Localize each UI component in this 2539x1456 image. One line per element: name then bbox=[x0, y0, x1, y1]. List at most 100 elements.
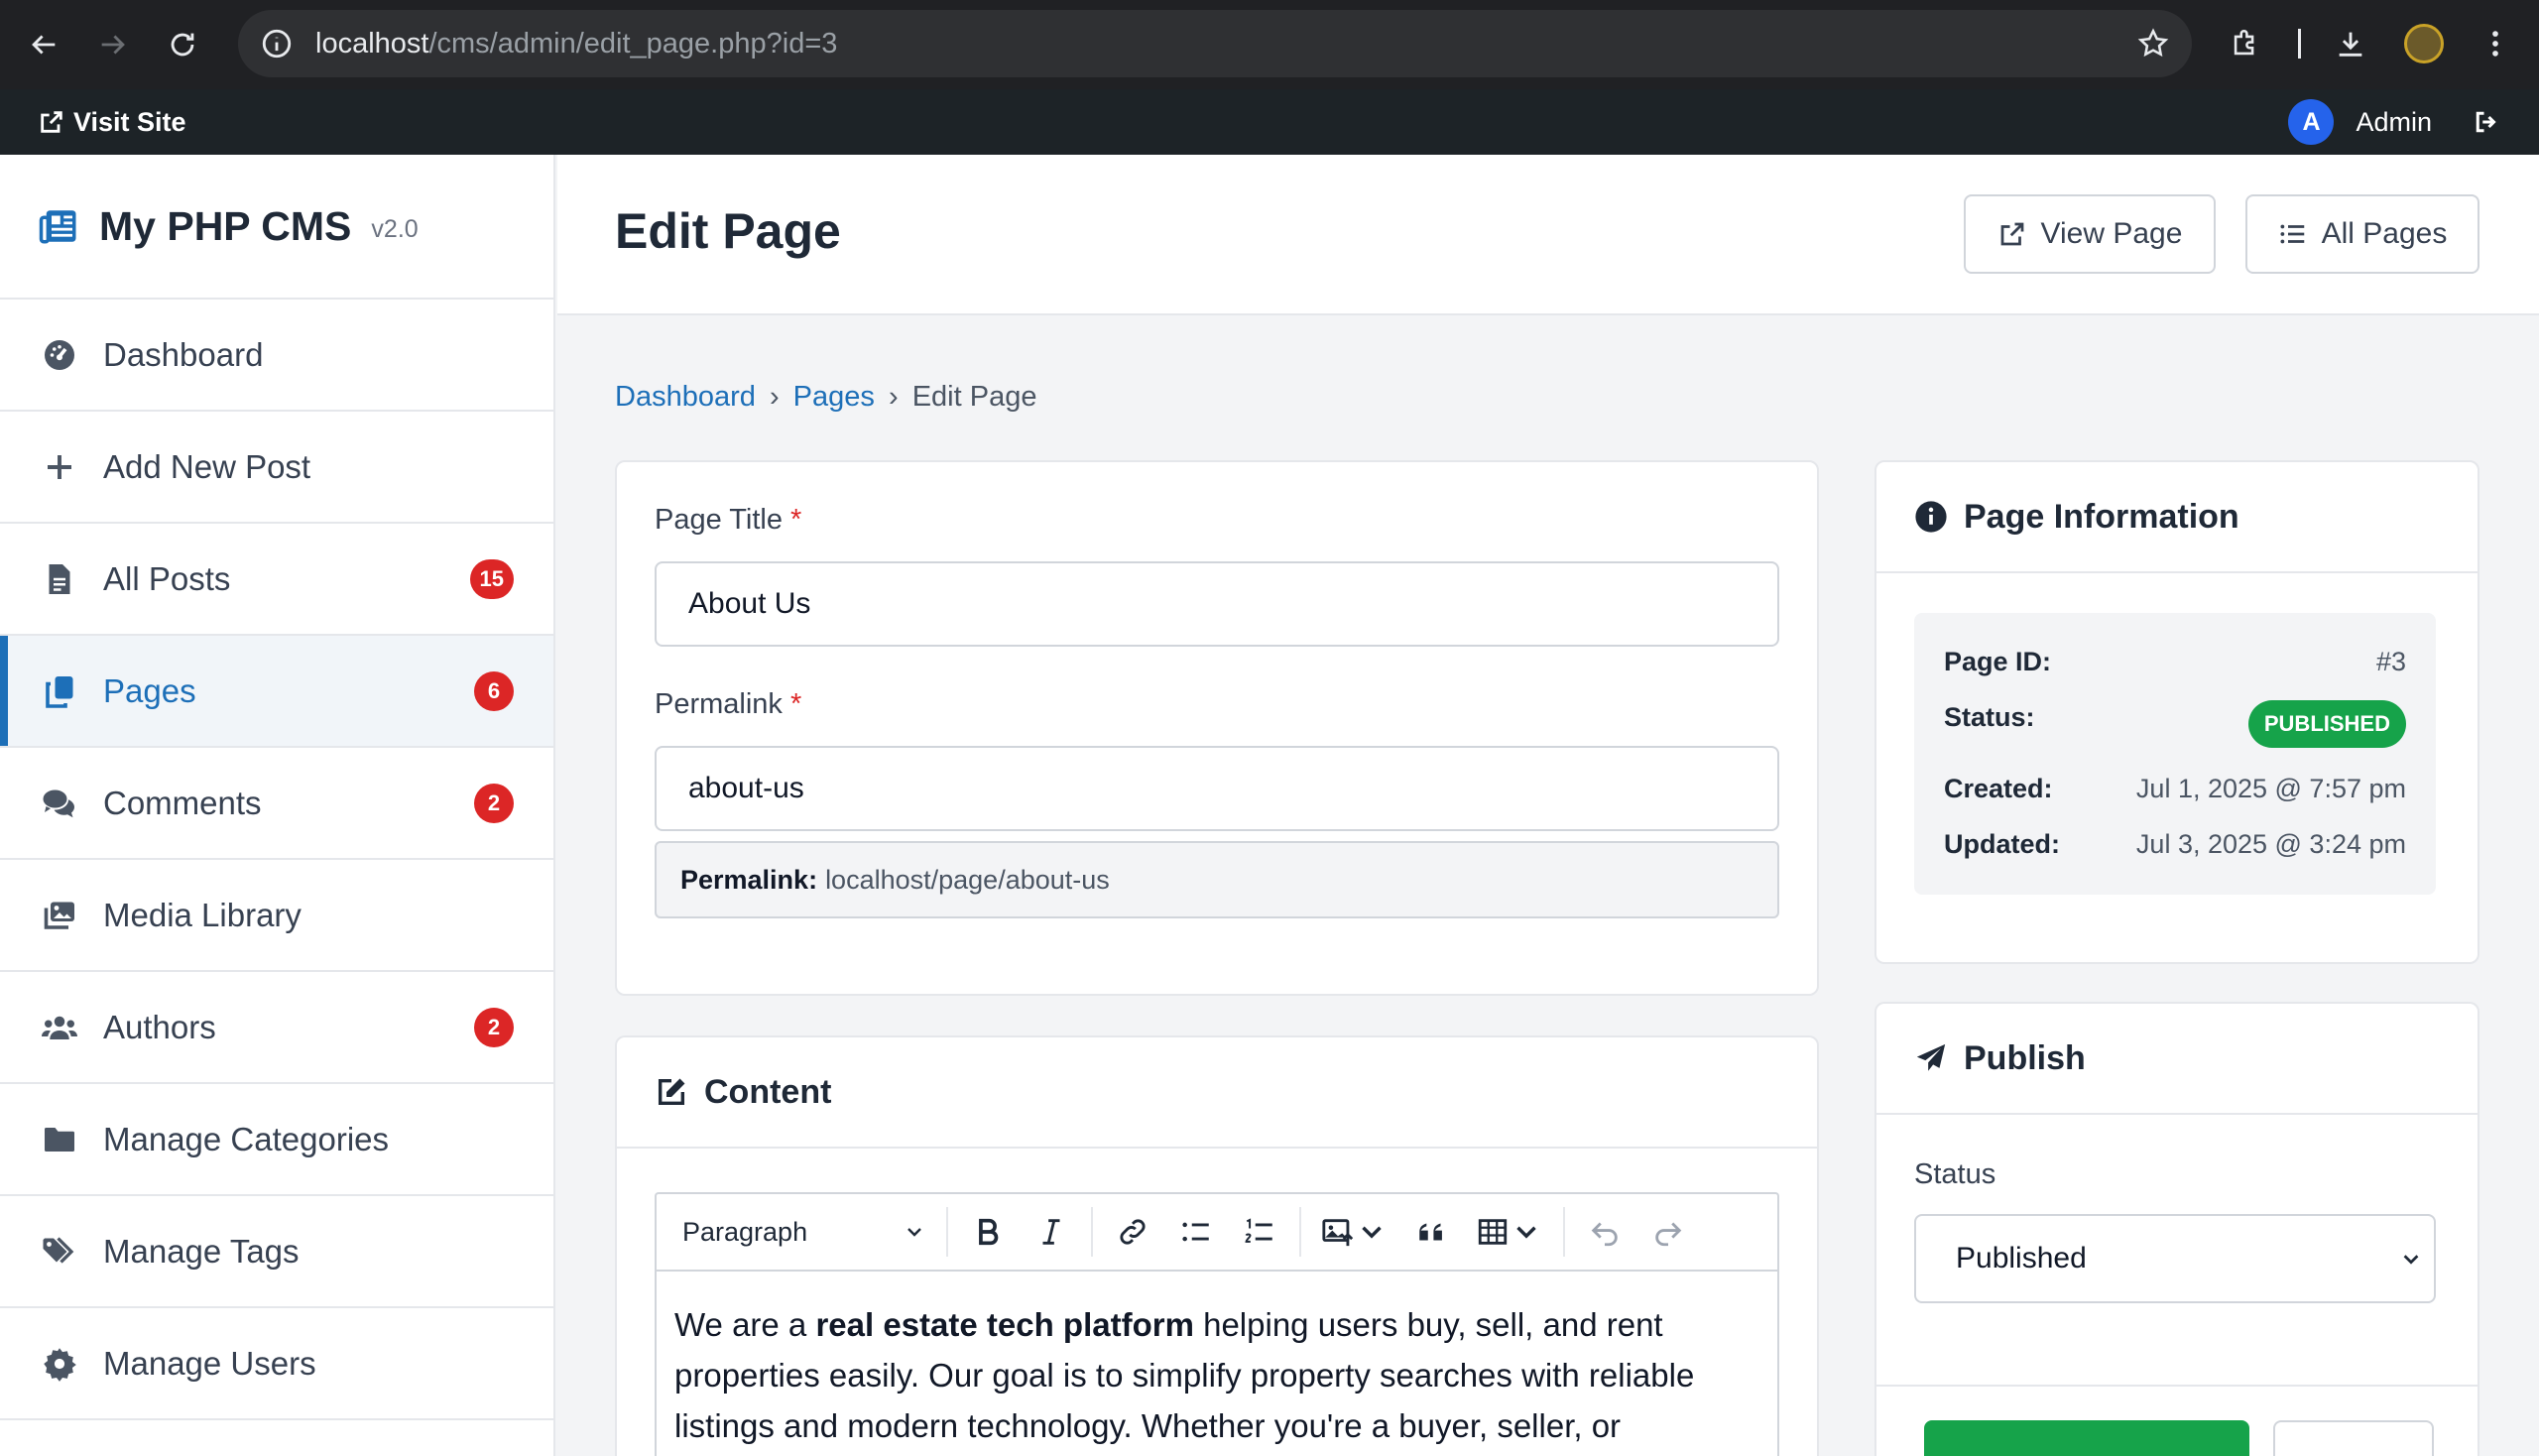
visit-site-label: Visit Site bbox=[73, 106, 186, 137]
folder-icon bbox=[40, 1120, 79, 1159]
created-label: Created: bbox=[1944, 774, 2053, 803]
sidebar-item-manage-categories[interactable]: Manage Categories bbox=[0, 1084, 553, 1196]
sidebar-item-dashboard[interactable]: Dashboard bbox=[0, 300, 553, 412]
insert-table-button[interactable] bbox=[1468, 1204, 1551, 1260]
block-format-dropdown[interactable]: Paragraph bbox=[670, 1204, 938, 1260]
secondary-action-button[interactable] bbox=[2273, 1420, 2434, 1456]
content-text: We are a bbox=[674, 1306, 816, 1343]
sidebar-item-label: Manage Categories bbox=[103, 1120, 390, 1157]
site-info-icon[interactable] bbox=[260, 27, 294, 61]
publish-status-select[interactable]: Published bbox=[1914, 1214, 2436, 1303]
redo-button[interactable] bbox=[1640, 1204, 1696, 1260]
insert-image-button[interactable] bbox=[1313, 1204, 1396, 1260]
count-badge: 6 bbox=[474, 670, 514, 711]
undo-icon bbox=[1591, 1222, 1618, 1247]
update-page-button[interactable] bbox=[1924, 1420, 2249, 1456]
address-bar[interactable]: localhost/cms/admin/edit_page.php?id=3 bbox=[238, 10, 2192, 77]
sidebar-item-all-posts[interactable]: All Posts 15 bbox=[0, 524, 553, 636]
breadcrumb-current: Edit Page bbox=[911, 381, 1037, 413]
reload-icon bbox=[171, 33, 194, 57]
chevron-down-icon bbox=[1516, 1226, 1536, 1239]
page-id-label: Page ID: bbox=[1944, 647, 2052, 676]
avatar[interactable]: A bbox=[2288, 99, 2335, 145]
sidebar-item-label: Manage Tags bbox=[103, 1232, 300, 1270]
breadcrumb-pages[interactable]: Pages bbox=[793, 381, 875, 413]
bold-icon bbox=[979, 1218, 999, 1246]
reload-button[interactable] bbox=[155, 17, 210, 72]
brand-name: My PHP CMS bbox=[99, 202, 352, 249]
forward-button[interactable] bbox=[85, 17, 141, 72]
arrow-right-icon bbox=[101, 35, 125, 55]
status-row: Status: PUBLISHED bbox=[1944, 698, 2406, 748]
sidebar-item-add-new-post[interactable]: Add New Post bbox=[0, 412, 553, 524]
sidebar-item-media-library[interactable]: Media Library bbox=[0, 860, 553, 972]
browser-menu-button[interactable] bbox=[2468, 16, 2523, 71]
extensions-button[interactable] bbox=[2218, 16, 2273, 71]
bold-button[interactable] bbox=[960, 1204, 1016, 1260]
brand-version: v2.0 bbox=[371, 214, 419, 243]
toolbar-separator bbox=[1091, 1207, 1093, 1257]
profile-avatar bbox=[2404, 24, 2444, 63]
downloads-button[interactable] bbox=[2323, 16, 2378, 71]
italic-button[interactable] bbox=[1024, 1204, 1079, 1260]
publish-status-label: Status bbox=[1914, 1158, 1996, 1190]
publish-card: Publish Status Published bbox=[1874, 1002, 2479, 1456]
browser-toolbar: localhost/cms/admin/edit_page.php?id=3 bbox=[0, 0, 2539, 89]
chevron-down-icon bbox=[907, 1228, 921, 1237]
url-path: /cms/admin/edit_page.php?id=3 bbox=[428, 27, 838, 60]
editor-content[interactable]: We are a real estate tech platform helpi… bbox=[657, 1272, 1777, 1456]
updated-row: Updated: Jul 3, 2025 @ 3:24 pm bbox=[1944, 829, 2406, 860]
gear-icon bbox=[40, 1344, 79, 1384]
visit-site-link[interactable]: Visit Site bbox=[38, 107, 186, 138]
url-host: localhost bbox=[315, 27, 429, 60]
admin-bar: Visit Site A Admin bbox=[0, 89, 2539, 155]
admin-username[interactable]: Admin bbox=[2356, 107, 2432, 138]
sidebar-item-pages[interactable]: Pages 6 bbox=[0, 636, 553, 748]
page-information-heading: Page Information bbox=[1964, 497, 2239, 536]
all-pages-button[interactable]: All Pages bbox=[2245, 194, 2479, 274]
bookmark-star-icon[interactable] bbox=[2136, 27, 2170, 61]
status-badge: PUBLISHED bbox=[2247, 700, 2406, 748]
list-icon bbox=[2280, 224, 2304, 244]
breadcrumb-dashboard[interactable]: Dashboard bbox=[615, 381, 756, 413]
paper-plane-icon bbox=[1916, 1043, 1946, 1071]
profile-button[interactable] bbox=[2396, 16, 2452, 71]
toolbar-divider bbox=[2297, 16, 2301, 71]
logout-icon[interactable] bbox=[2472, 107, 2501, 137]
tags-icon bbox=[40, 1232, 79, 1272]
permalink-label: Permalink * bbox=[655, 688, 801, 721]
editor-toolbar: Paragraph bbox=[657, 1194, 1777, 1272]
content-card: Content Paragraph We are a real estate t… bbox=[615, 1035, 1819, 1456]
content-heading: Content bbox=[704, 1072, 832, 1111]
blockquote-button[interactable] bbox=[1404, 1204, 1460, 1260]
block-format-value: Paragraph bbox=[682, 1216, 808, 1247]
download-icon bbox=[2339, 32, 2362, 57]
external-link-icon bbox=[2000, 222, 2023, 246]
sidebar-item-authors[interactable]: Authors 2 bbox=[0, 972, 553, 1084]
breadcrumb: Dashboard › Pages › Edit Page bbox=[615, 381, 1036, 414]
content-card-header: Content bbox=[617, 1037, 1817, 1149]
brand[interactable]: My PHP CMS v2.0 bbox=[0, 155, 553, 300]
sidebar-item-manage-tags[interactable]: Manage Tags bbox=[0, 1196, 553, 1308]
back-button[interactable] bbox=[16, 17, 71, 72]
bulleted-list-icon bbox=[1182, 1222, 1209, 1242]
sidebar-item-label: Manage Users bbox=[103, 1344, 316, 1382]
sidebar-item-manage-users[interactable]: Manage Users bbox=[0, 1308, 553, 1420]
numbered-list-button[interactable] bbox=[1232, 1204, 1287, 1260]
chevron-down-icon bbox=[2403, 1255, 2419, 1265]
bulleted-list-button[interactable] bbox=[1168, 1204, 1224, 1260]
info-circle-icon bbox=[1915, 501, 1947, 533]
link-icon bbox=[1120, 1219, 1146, 1245]
rich-text-editor: Paragraph We are a real estate tech plat… bbox=[655, 1192, 1779, 1456]
table-icon bbox=[1478, 1219, 1508, 1245]
copy-icon bbox=[40, 671, 79, 711]
page-information-details: Page ID: #3 Status: PUBLISHED Created: J… bbox=[1914, 613, 2436, 895]
undo-button[interactable] bbox=[1577, 1204, 1632, 1260]
sidebar-item-comments[interactable]: Comments 2 bbox=[0, 748, 553, 860]
page-title-input[interactable]: About Us bbox=[655, 561, 1779, 647]
all-pages-label: All Pages bbox=[2321, 217, 2448, 250]
view-page-button[interactable]: View Page bbox=[1964, 194, 2216, 274]
permalink-input[interactable]: about-us bbox=[655, 746, 1779, 831]
images-icon bbox=[40, 896, 79, 935]
link-button[interactable] bbox=[1105, 1204, 1160, 1260]
